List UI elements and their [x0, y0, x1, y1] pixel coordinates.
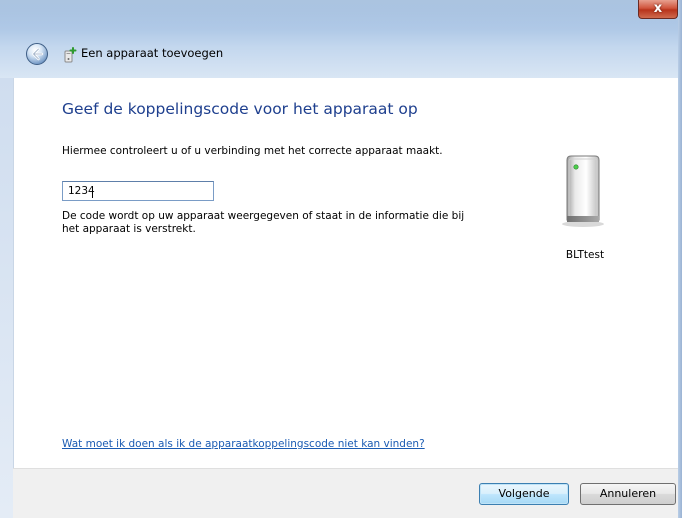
- add-device-icon: [64, 47, 77, 63]
- close-icon: x: [653, 1, 663, 16]
- close-button[interactable]: x: [638, 0, 678, 19]
- next-button[interactable]: Volgende: [479, 483, 569, 505]
- pairing-code-input[interactable]: [62, 181, 214, 201]
- wizard-window: x Een apparaat toevoegen Geef de koppeli…: [0, 0, 682, 518]
- content-area: [13, 78, 682, 468]
- help-text: De code wordt op uw apparaat weergegeven…: [62, 210, 465, 235]
- back-button[interactable]: [26, 43, 48, 65]
- page-title: Geef de koppelingscode voor het apparaat…: [62, 100, 418, 118]
- window-title: Een apparaat toevoegen: [81, 46, 224, 60]
- device-name: BLTtest: [565, 249, 605, 261]
- right-frame: [678, 0, 682, 518]
- title-bar-glass: [0, 0, 682, 30]
- help-link[interactable]: Wat moet ik doen als ik de apparaatkoppe…: [62, 438, 425, 450]
- device-tower-icon: [562, 155, 604, 227]
- back-arrow-icon: [32, 47, 44, 61]
- instruction-text: Hiermee controleert u of u verbinding me…: [62, 145, 443, 157]
- cancel-button[interactable]: Annuleren: [580, 483, 676, 505]
- text-caret: [92, 186, 93, 198]
- left-frame: [0, 78, 13, 518]
